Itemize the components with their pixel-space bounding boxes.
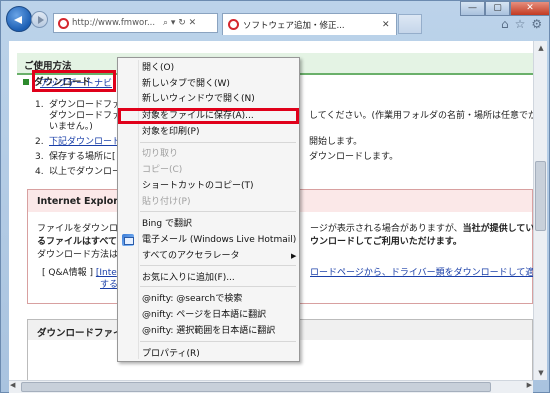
tab-title: ソフトウェア追加・修正... bbox=[243, 20, 345, 31]
forward-button[interactable] bbox=[31, 11, 48, 28]
menu-item-9[interactable]: Bing で翻訳 bbox=[142, 216, 192, 232]
step-number: 3. bbox=[35, 152, 44, 162]
address-icons[interactable]: ⌕ ▾ ↻ ✕ bbox=[163, 18, 196, 28]
step-2-right: 開始します。 bbox=[309, 137, 363, 147]
step-4: 4. 以上でダウンロー bbox=[35, 164, 121, 177]
download-file-title: ダウンロードファイ bbox=[37, 328, 123, 339]
menu-separator bbox=[140, 142, 296, 143]
menu-separator bbox=[140, 211, 296, 212]
ie-line-1-bold: 当社が提供してい bbox=[462, 224, 533, 234]
ie-line-3: ダウンロード方法は bbox=[37, 250, 119, 260]
tab-favicon-icon bbox=[228, 19, 239, 30]
scroll-up-icon[interactable]: ▲ bbox=[534, 41, 548, 55]
step-1-cont: いません。) bbox=[49, 122, 93, 132]
horizontal-scroll-thumb[interactable] bbox=[21, 382, 491, 392]
new-tab-button[interactable] bbox=[398, 14, 422, 34]
tab-close-icon[interactable]: ✕ bbox=[382, 20, 390, 30]
tab-active[interactable]: ソフトウェア追加・修正... ✕ bbox=[222, 13, 397, 35]
qa-link-right[interactable]: ロードページから、ドライバー類をダウンロードして適用 bbox=[310, 265, 533, 278]
ie-line-1-right: ージが表示される場合がありますが、当社が提供してい bbox=[310, 221, 533, 234]
address-url[interactable]: http://www.fmwor... bbox=[72, 18, 160, 28]
scroll-left-icon[interactable]: ◀ bbox=[10, 381, 15, 389]
download-link[interactable]: 下記ダウンロード bbox=[49, 137, 121, 147]
update-navi-link-highlight: アップデートナビ bbox=[32, 70, 116, 92]
menu-separator bbox=[140, 265, 296, 266]
menu-item-8: 貼り付け(P) bbox=[142, 197, 191, 207]
menu-item-6: コピー(C) bbox=[142, 165, 183, 175]
menu-item-16[interactable]: プロパティ(R) bbox=[142, 346, 200, 362]
menu-item-10[interactable]: 電子メール (Windows Live Hotmail) bbox=[142, 232, 296, 248]
maximize-button[interactable]: ▢ bbox=[485, 1, 510, 16]
mail-icon bbox=[122, 234, 134, 246]
menu-item-7[interactable]: ショートカットのコピー(T) bbox=[142, 178, 254, 194]
menu-gutter bbox=[138, 60, 139, 359]
menu-item-12[interactable]: お気に入りに追加(F)... bbox=[142, 270, 235, 286]
qa-label: [ Q&A情報 ] bbox=[42, 268, 94, 278]
menu-item-3[interactable]: 対象をファイルに保存(A)... bbox=[142, 108, 254, 124]
menu-item-5: 切り取り bbox=[142, 149, 179, 159]
favorites-star-icon[interactable]: ☆ bbox=[515, 17, 526, 31]
step-3: 3. 保存する場所に[ bbox=[35, 149, 116, 162]
vertical-scrollbar[interactable]: ▲ ▼ bbox=[533, 41, 547, 380]
scroll-down-icon[interactable]: ▼ bbox=[534, 366, 548, 380]
scroll-right-icon[interactable]: ▶ bbox=[527, 381, 532, 389]
update-navi-link[interactable]: アップデートナビ bbox=[40, 76, 112, 89]
ie-line-2-left: るファイルはすべて bbox=[37, 237, 118, 247]
ie-line-2-right: ウンロードしてご利用いただけます。 bbox=[310, 237, 462, 247]
close-window-button[interactable]: ✕ bbox=[510, 1, 550, 16]
step-text: 保存する場所に[ bbox=[49, 152, 116, 162]
home-icon[interactable]: ⌂ bbox=[501, 17, 509, 31]
back-button[interactable] bbox=[6, 6, 32, 32]
menu-item-4[interactable]: 対象を印刷(P) bbox=[142, 124, 199, 140]
scroll-thumb[interactable] bbox=[535, 161, 546, 231]
title-bar: http://www.fmwor... ⌕ ▾ ↻ ✕ ソフトウェア追加・修正.… bbox=[1, 1, 550, 41]
menu-item-11[interactable]: すべてのアクセラレータ bbox=[142, 248, 240, 264]
step-text: 以上でダウンロー bbox=[49, 167, 122, 177]
qa-link-cont[interactable]: する bbox=[100, 277, 118, 290]
bullet-icon bbox=[23, 79, 29, 85]
browser-window: http://www.fmwor... ⌕ ▾ ↻ ✕ ソフトウェア追加・修正.… bbox=[0, 0, 550, 393]
menu-item-14[interactable]: @nifty: ページを日本語に翻訳 bbox=[142, 307, 266, 323]
menu-item-13[interactable]: @nifty: @searchで検索 bbox=[142, 291, 242, 307]
menu-item-2[interactable]: 新しいウィンドウで開く(N) bbox=[142, 91, 255, 107]
ie-notice-title: Internet Explore bbox=[37, 196, 125, 207]
step-3-right: ダウンロードします。 bbox=[309, 152, 399, 162]
step-number: 2. bbox=[35, 137, 44, 147]
tools-gear-icon[interactable]: ⚙ bbox=[531, 17, 542, 31]
minimize-button[interactable]: — bbox=[460, 1, 485, 16]
step-number: 1. bbox=[35, 100, 44, 110]
menu-item-1[interactable]: 新しいタブで開く(W) bbox=[142, 76, 230, 92]
site-favicon-icon bbox=[58, 17, 69, 29]
address-bar[interactable]: http://www.fmwor... ⌕ ▾ ↻ ✕ bbox=[53, 13, 218, 33]
toolbar-icons: ⌂ ☆ ⚙ bbox=[501, 17, 542, 31]
ie-line-1-left: ファイルをダウンロー bbox=[37, 224, 128, 234]
horizontal-scrollbar[interactable]: ◀ ▶ bbox=[9, 380, 533, 393]
menu-separator bbox=[140, 341, 296, 342]
menu-item-15[interactable]: @nifty: 選択範囲を日本語に翻訳 bbox=[142, 323, 275, 339]
context-menu: 開く(O) 新しいタブで開く(W) 新しいウィンドウで開く(N) 対象をファイルに保存… bbox=[117, 57, 300, 362]
submenu-arrow-icon: ▶ bbox=[291, 252, 297, 260]
step-number: 4. bbox=[35, 167, 44, 177]
menu-item-0[interactable]: 開く(O) bbox=[142, 60, 174, 76]
step-2: 2. 下記ダウンロード bbox=[35, 134, 121, 147]
step-1-right: してください。(作業用フォルダの名前・場所は任意でかま bbox=[309, 111, 533, 121]
ie-line-1-text: ージが表示される場合がありますが、 bbox=[310, 224, 463, 234]
menu-separator bbox=[140, 286, 296, 287]
